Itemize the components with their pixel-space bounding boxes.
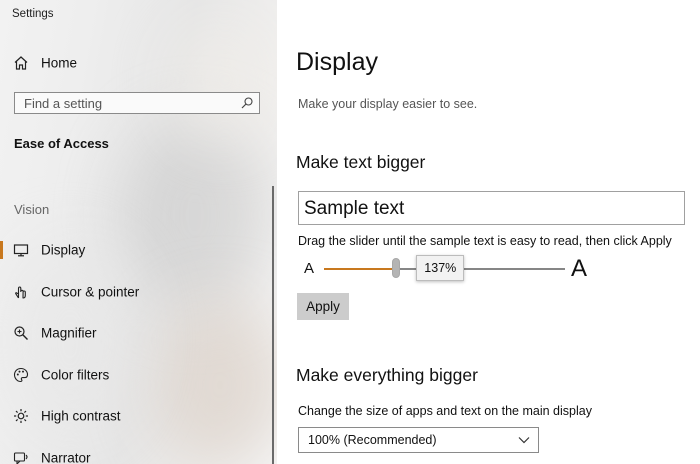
sidebar-item-label: Display bbox=[41, 242, 86, 258]
sidebar-item-narrator[interactable]: Narrator bbox=[0, 440, 268, 464]
window-title: Settings bbox=[12, 8, 54, 20]
sidebar-item-home[interactable]: Home bbox=[0, 45, 268, 81]
apply-button[interactable]: Apply bbox=[297, 293, 349, 320]
sidebar-item-label: Home bbox=[41, 55, 78, 71]
monitor-icon bbox=[13, 244, 29, 257]
sidebar-item-label: Magnifier bbox=[41, 325, 97, 341]
cursor-pointer-icon bbox=[15, 286, 26, 299]
sidebar-item-label: Color filters bbox=[41, 367, 110, 383]
sidebar-scrollbar[interactable] bbox=[272, 186, 274, 464]
slider-max-label: A bbox=[571, 255, 588, 282]
sidebar-item-label: High contrast bbox=[41, 408, 121, 424]
scale-dropdown-value: 100% (Recommended) bbox=[308, 433, 437, 447]
main-content: Display Make your display easier to see.… bbox=[277, 0, 700, 464]
magnifier-icon bbox=[14, 326, 28, 340]
group-label: Vision bbox=[14, 202, 50, 217]
slider-instructions: Drag the slider until the sample text is… bbox=[298, 234, 672, 248]
search-box[interactable] bbox=[14, 92, 260, 114]
sample-text-box: Sample text bbox=[298, 191, 685, 225]
narrator-icon bbox=[13, 452, 28, 464]
color-filters-icon bbox=[13, 367, 29, 383]
slider-value-tooltip: 137% bbox=[416, 255, 465, 281]
sidebar-item-color-filters[interactable]: Color filters bbox=[0, 357, 268, 393]
sidebar-item-cursor-pointer[interactable]: Cursor & pointer bbox=[0, 274, 268, 310]
sidebar-item-label: Cursor & pointer bbox=[41, 284, 140, 300]
sidebar: Settings Home Ease of Access Vision Disp… bbox=[0, 0, 277, 464]
high-contrast-icon bbox=[14, 409, 28, 423]
sidebar-item-display[interactable]: Display bbox=[0, 232, 268, 268]
sample-text: Sample text bbox=[304, 198, 405, 219]
slider-min-label: A bbox=[304, 260, 315, 277]
scale-description: Change the size of apps and text on the … bbox=[298, 404, 592, 418]
sidebar-item-high-contrast[interactable]: High contrast bbox=[0, 398, 268, 434]
make-everything-bigger-heading: Make everything bigger bbox=[296, 365, 478, 385]
section-title: Ease of Access bbox=[14, 136, 109, 151]
chevron-down-icon bbox=[518, 437, 530, 444]
search-icon[interactable] bbox=[240, 96, 254, 110]
page-title: Display bbox=[296, 48, 378, 76]
sidebar-item-magnifier[interactable]: Magnifier bbox=[0, 315, 268, 351]
make-text-bigger-heading: Make text bigger bbox=[296, 152, 426, 172]
scale-dropdown[interactable]: 100% (Recommended) bbox=[298, 427, 539, 453]
text-size-slider-thumb[interactable] bbox=[392, 258, 401, 278]
page-subtitle: Make your display easier to see. bbox=[298, 97, 478, 111]
sidebar-item-label: Narrator bbox=[41, 450, 91, 464]
search-input[interactable] bbox=[15, 93, 244, 113]
home-icon bbox=[14, 56, 28, 70]
slider-track-filled[interactable] bbox=[324, 268, 397, 270]
